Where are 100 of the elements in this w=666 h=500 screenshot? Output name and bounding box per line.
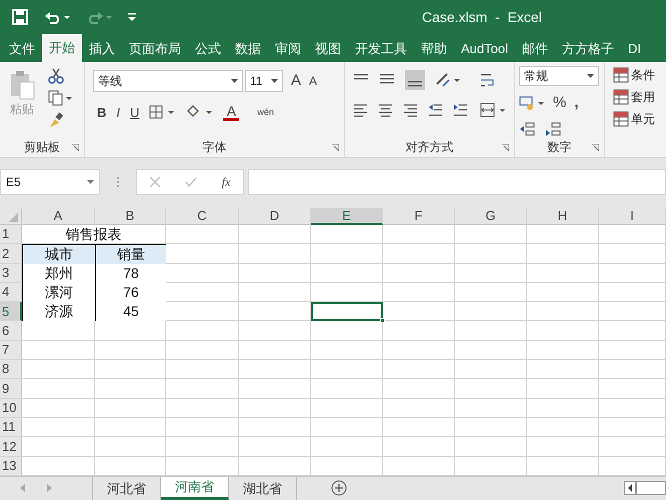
grid-cell[interactable] [239, 418, 311, 438]
grid-cell[interactable] [239, 321, 311, 341]
grid-cell[interactable] [239, 398, 311, 418]
grid-cell[interactable] [166, 282, 239, 302]
copy-icon[interactable] [48, 90, 72, 106]
dialog-launcher-icon[interactable] [72, 144, 79, 151]
grid-cell[interactable] [239, 437, 311, 457]
style-button[interactable]: 条件 [613, 66, 666, 84]
grid-cell[interactable] [239, 225, 311, 244]
column-header[interactable]: A [22, 208, 95, 225]
row-header[interactable]: 13 [0, 456, 22, 476]
column-header[interactable]: I [599, 208, 666, 225]
column-header[interactable]: C [166, 208, 239, 225]
grid-cell[interactable] [166, 360, 239, 380]
column-header[interactable]: D [239, 208, 311, 225]
grid-cell[interactable] [383, 282, 455, 302]
grid-cell[interactable] [239, 456, 311, 476]
column-header[interactable]: F [383, 208, 455, 225]
grid-cell[interactable] [599, 456, 666, 476]
comma-button[interactable]: , [574, 92, 579, 114]
name-box[interactable]: E5 [0, 169, 100, 195]
grid-cell[interactable] [527, 225, 599, 244]
fill-handle[interactable] [380, 318, 385, 324]
grid-cell[interactable] [527, 437, 599, 457]
grid-cell[interactable] [383, 225, 455, 244]
customize-menu-icon[interactable] [128, 12, 136, 22]
column-header[interactable]: G [455, 208, 527, 225]
decrease-indent-icon[interactable] [428, 102, 443, 118]
grid-cell[interactable] [22, 340, 95, 360]
grow-font-button[interactable]: A [291, 70, 302, 92]
grid-cell[interactable] [95, 398, 166, 418]
horizontal-scrollbar[interactable] [636, 481, 666, 496]
drag-handle-icon[interactable] [116, 176, 120, 188]
increase-indent-icon[interactable] [452, 102, 468, 118]
selected-cell[interactable] [311, 302, 383, 322]
grid-cell[interactable] [311, 225, 383, 244]
grid-cell[interactable] [383, 360, 455, 380]
grid-cell[interactable] [311, 360, 383, 380]
grid-cell[interactable] [311, 321, 383, 341]
ribbon-tab[interactable]: 页面布局 [122, 36, 188, 62]
currency-icon[interactable] [519, 95, 545, 112]
grid-cell[interactable] [383, 340, 455, 360]
grid-cell[interactable] [383, 456, 455, 476]
grid-cell[interactable] [22, 379, 95, 399]
grid-cell[interactable] [527, 321, 599, 341]
grid-cell[interactable] [22, 418, 95, 438]
font-color-button[interactable]: A [223, 104, 240, 121]
grid-cell[interactable] [527, 379, 599, 399]
check-icon[interactable] [184, 177, 197, 187]
borders-icon[interactable] [149, 105, 176, 120]
ribbon-tab[interactable]: 帮助 [414, 36, 454, 62]
grid-cell[interactable] [527, 282, 599, 302]
grid-cell[interactable] [527, 360, 599, 380]
font-size-field[interactable]: 11 [245, 70, 283, 92]
save-icon[interactable] [12, 9, 28, 25]
grid-cell[interactable] [455, 244, 527, 264]
grid-cell[interactable] [527, 398, 599, 418]
grid-cell[interactable] [95, 340, 166, 360]
grid-cell[interactable] [95, 321, 166, 341]
grid-cell[interactable] [599, 244, 666, 264]
column-header[interactable]: H [527, 208, 599, 225]
column-header[interactable]: B [95, 208, 166, 225]
align-center-icon[interactable] [378, 102, 393, 118]
grid-cell[interactable] [599, 437, 666, 457]
grid-cell[interactable] [95, 437, 166, 457]
grid-cell[interactable] [239, 340, 311, 360]
grid-cell[interactable] [239, 282, 311, 302]
grid-cell[interactable] [599, 418, 666, 438]
orientation-icon[interactable] [435, 72, 461, 88]
grid-cell[interactable] [599, 360, 666, 380]
dialog-launcher-icon[interactable] [592, 144, 599, 151]
grid-cell[interactable] [455, 398, 527, 418]
increase-decimal-icon[interactable] [519, 120, 537, 136]
grid-cell[interactable] [311, 340, 383, 360]
redo-icon[interactable] [86, 10, 112, 24]
underline-button[interactable]: U [130, 102, 140, 122]
align-bottom-icon[interactable] [405, 70, 425, 90]
grid-cell[interactable] [455, 456, 527, 476]
grid-cell[interactable] [166, 379, 239, 399]
grid-cell[interactable] [599, 340, 666, 360]
grid-cell[interactable] [95, 360, 166, 380]
grid-cell[interactable] [95, 456, 166, 476]
grid-cell[interactable] [166, 437, 239, 457]
cancel-icon[interactable] [150, 177, 160, 187]
grid-cell[interactable] [239, 379, 311, 399]
grid-cell[interactable] [383, 321, 455, 341]
grid-cell[interactable] [455, 264, 527, 283]
row-header[interactable]: 9 [0, 379, 22, 399]
grid-cell[interactable] [22, 456, 95, 476]
grid-cell[interactable] [527, 264, 599, 283]
row-header[interactable]: 12 [0, 437, 22, 457]
grid-cell[interactable] [311, 418, 383, 438]
grid-cell[interactable] [455, 418, 527, 438]
grid-cell[interactable] [166, 340, 239, 360]
grid-cell[interactable] [455, 282, 527, 302]
formula-input-field[interactable] [248, 169, 666, 195]
grid-cell[interactable] [455, 225, 527, 244]
grid-cell[interactable] [527, 302, 599, 322]
ribbon-tab[interactable]: 公式 [188, 36, 228, 62]
ribbon-tab[interactable]: 开发工具 [348, 36, 414, 62]
